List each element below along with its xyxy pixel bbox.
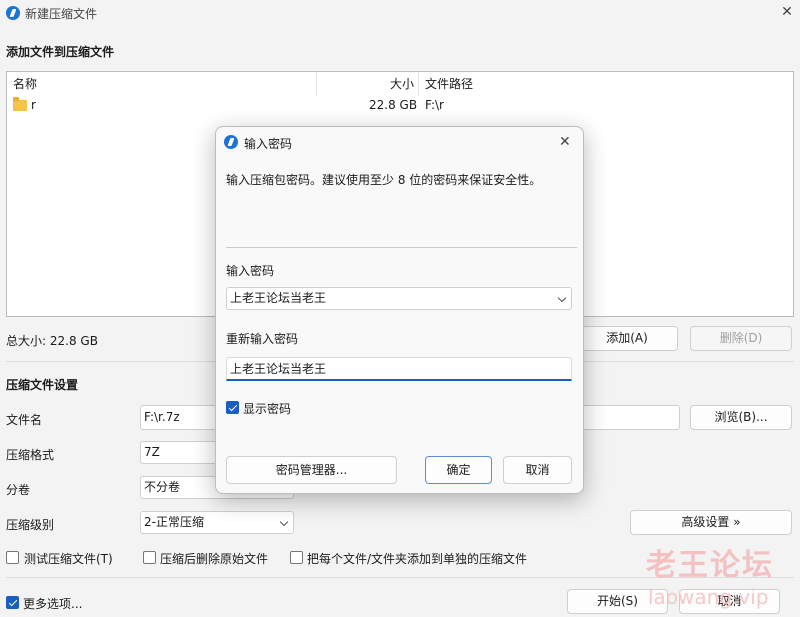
level-select[interactable]: 2-正常压缩 xyxy=(140,511,294,534)
password-label: 输入密码 xyxy=(226,264,275,278)
delete-after-checkbox[interactable] xyxy=(143,551,156,564)
folder-icon xyxy=(13,97,27,111)
close-icon[interactable]: ✕ xyxy=(778,3,796,21)
password-manager-button[interactable]: 密码管理器... xyxy=(226,456,397,484)
reenter-password-value: 上老王论坛当老王 xyxy=(230,362,327,376)
title-bar: 新建压缩文件 ✕ xyxy=(0,0,800,28)
dialog-cancel-button[interactable]: 取消 xyxy=(503,456,572,484)
divider xyxy=(226,247,577,248)
password-dialog: 输入密码 ✕ 输入压缩包密码。建议使用至少 8 位的密码来保证安全性。 输入密码… xyxy=(215,126,584,494)
total-size: 总大小: 22.8 GB xyxy=(6,334,98,348)
close-icon[interactable]: ✕ xyxy=(559,134,571,150)
watermark-subtext: laowang.vip xyxy=(648,585,769,609)
browse-button[interactable]: 浏览(B)... xyxy=(690,405,792,430)
format-value: 7Z xyxy=(144,445,160,459)
reenter-password-field[interactable]: 上老王论坛当老王 xyxy=(226,357,572,381)
dialog-title: 输入密码 xyxy=(244,137,293,151)
column-separator xyxy=(316,72,317,96)
more-options-label[interactable]: 更多选项... xyxy=(23,595,82,612)
ok-button[interactable]: 确定 xyxy=(425,456,492,484)
level-value: 2-正常压缩 xyxy=(144,515,204,529)
split-value: 不分卷 xyxy=(144,480,181,494)
settings-section-title: 压缩文件设置 xyxy=(6,378,79,392)
dialog-description: 输入压缩包密码。建议使用至少 8 位的密码来保证安全性。 xyxy=(226,173,542,187)
delete-button[interactable]: 删除(D) xyxy=(690,326,792,351)
show-password-label[interactable]: 显示密码 xyxy=(243,400,291,417)
watermark-text: 老王论坛 xyxy=(646,548,774,583)
column-header-name[interactable]: 名称 xyxy=(13,72,37,96)
chevron-down-icon[interactable] xyxy=(557,293,567,303)
separate-archives-checkbox[interactable] xyxy=(290,551,303,564)
test-archive-checkbox[interactable] xyxy=(6,551,19,564)
chevron-down-icon xyxy=(279,517,289,527)
app-icon xyxy=(6,6,20,20)
filename-label: 文件名 xyxy=(6,413,43,427)
level-label: 压缩级别 xyxy=(6,518,55,532)
window-title: 新建压缩文件 xyxy=(25,7,98,21)
column-header-path[interactable]: 文件路径 xyxy=(425,72,473,96)
format-label: 压缩格式 xyxy=(6,448,55,462)
delete-after-label[interactable]: 压缩后删除原始文件 xyxy=(160,550,268,567)
more-options-checkbox[interactable] xyxy=(6,596,19,609)
test-archive-label[interactable]: 测试压缩文件(T) xyxy=(24,550,113,567)
add-files-section-title: 添加文件到压缩文件 xyxy=(6,45,115,59)
file-size: 22.8 GB xyxy=(369,98,418,112)
app-icon xyxy=(224,135,238,149)
file-path: F:\r xyxy=(425,98,444,112)
reenter-password-label: 重新输入密码 xyxy=(226,332,299,346)
password-field[interactable]: 上老王论坛当老王 xyxy=(226,287,572,310)
file-name: r xyxy=(31,98,36,112)
separate-archives-label[interactable]: 把每个文件/文件夹添加到单独的压缩文件 xyxy=(307,550,527,567)
password-value: 上老王论坛当老王 xyxy=(230,291,327,305)
add-button[interactable]: 添加(A) xyxy=(576,326,678,351)
column-header-size[interactable]: 大小 xyxy=(390,72,414,96)
column-separator xyxy=(418,72,419,96)
show-password-checkbox[interactable] xyxy=(226,401,239,414)
split-label: 分卷 xyxy=(6,483,31,497)
advanced-settings-button[interactable]: 高级设置 » xyxy=(630,510,792,535)
